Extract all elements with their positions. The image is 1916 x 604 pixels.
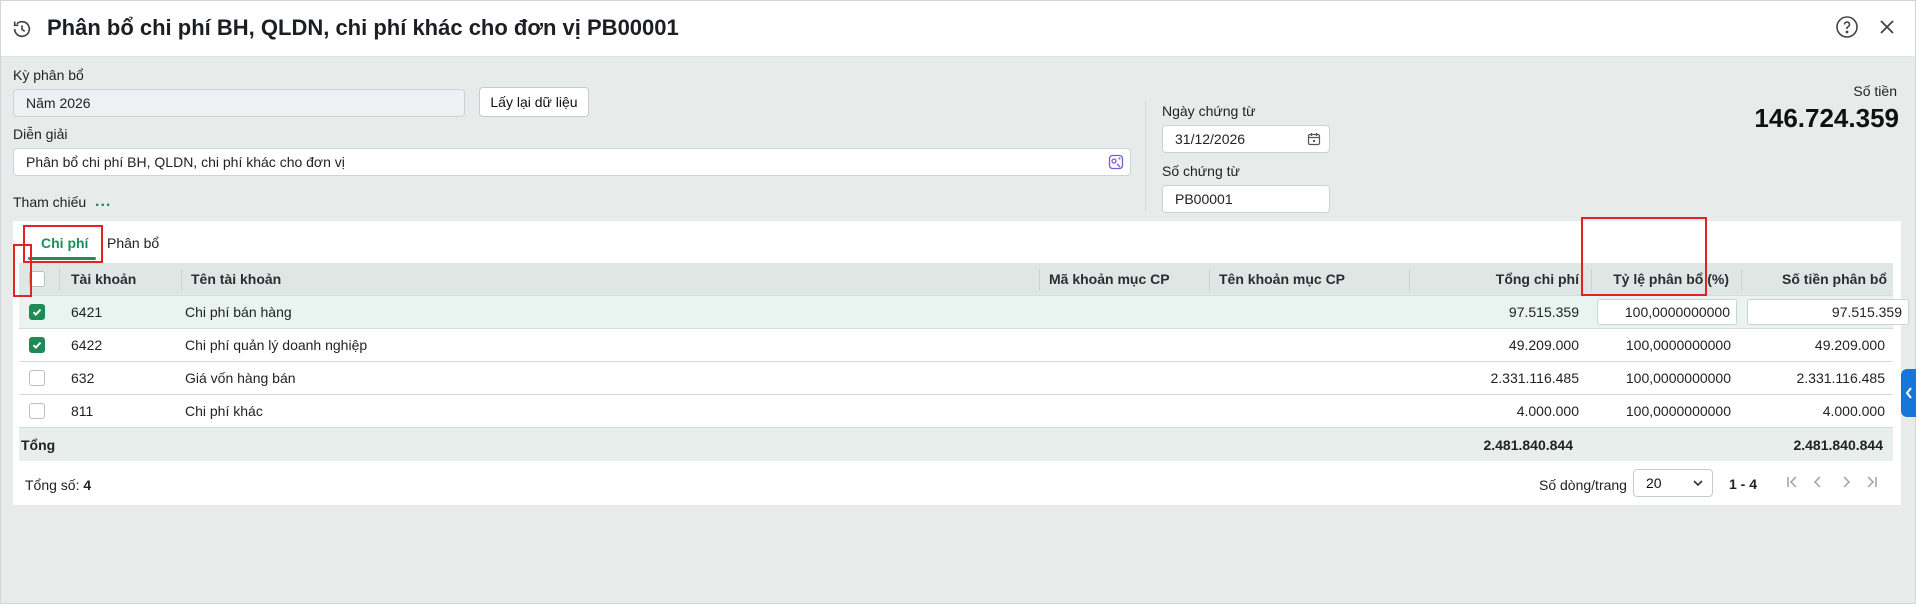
- cell-allocated[interactable]: 49.209.000: [1751, 329, 1885, 361]
- cell-total-cost: 97.515.359: [1508, 304, 1579, 320]
- record-count-label: Tổng số:: [25, 477, 80, 493]
- close-icon[interactable]: [1877, 17, 1897, 37]
- column-separator: [181, 269, 182, 290]
- check-icon: [32, 308, 42, 317]
- total-cost-value: 2.481.840.844: [1483, 436, 1573, 453]
- description-label: Diễn giải: [13, 126, 68, 142]
- dialog-title: Phân bổ chi phí BH, QLDN, chi phí khác c…: [47, 15, 679, 40]
- record-count-value: 4: [83, 477, 92, 493]
- row-checkbox[interactable]: [29, 304, 45, 320]
- rows-per-page-label: Số dòng/trang: [1539, 477, 1627, 493]
- doc-date-label: Ngày chứng từ: [1162, 103, 1256, 119]
- reference-label: Tham chiếu: [13, 194, 87, 210]
- amount-label: Số tiền: [1853, 83, 1897, 99]
- highlight-box-checkboxes: [13, 244, 32, 297]
- cell-rate: 100,0000000000: [1597, 296, 1737, 328]
- highlight-box-rate-column: [1581, 217, 1707, 296]
- vertical-divider: [1145, 101, 1146, 211]
- last-page-icon[interactable]: [1863, 473, 1881, 491]
- row-select-cell: [29, 395, 53, 427]
- content-panel: Chi phí Phân bổ Tài khoản Tên tài khoản …: [13, 217, 1909, 505]
- cell-account: 632: [71, 370, 95, 386]
- cell-account-name: Chi phí quản lý doanh nghiệp: [185, 337, 368, 353]
- col-header-account[interactable]: Tài khoản: [71, 263, 171, 295]
- next-page-icon[interactable]: [1837, 473, 1855, 491]
- total-label: Tổng: [21, 436, 56, 453]
- table-row[interactable]: 632 Giá vốn hàng bán 2.331.116.485 100,0…: [19, 362, 1893, 395]
- cell-total-cost: 49.209.000: [1508, 337, 1579, 353]
- page-range: 1 - 4: [1729, 476, 1758, 492]
- chevron-down-icon: [1693, 480, 1703, 487]
- period-label: Kỳ phân bổ: [13, 67, 84, 83]
- history-icon[interactable]: [11, 18, 33, 40]
- allocated-input[interactable]: 97.515.359: [1747, 299, 1909, 325]
- cell-account: 811: [71, 403, 94, 419]
- cell-account: 6422: [71, 337, 103, 353]
- column-separator: [1209, 269, 1210, 290]
- row-select-cell: [29, 329, 53, 361]
- calendar-icon[interactable]: [1307, 132, 1321, 146]
- row-select-cell: [29, 362, 53, 394]
- cell-allocated[interactable]: 2.331.116.485: [1751, 362, 1886, 394]
- table-row[interactable]: 811 Chi phí khác 4.000.000 100,000000000…: [19, 395, 1893, 428]
- dialog-header: Phân bổ chi phí BH, QLDN, chi phí khác c…: [1, 1, 1915, 57]
- rows-per-page-value: 20: [1646, 475, 1662, 491]
- column-separator: [1741, 269, 1742, 290]
- col-header-cost-item-code[interactable]: Mã khoản mục CP: [1049, 263, 1199, 295]
- dialog-window: Phân bổ chi phí BH, QLDN, chi phí khác c…: [0, 0, 1916, 604]
- column-separator: [1409, 269, 1410, 290]
- reload-data-button[interactable]: Lấy lại dữ liệu: [479, 87, 589, 117]
- table-row[interactable]: 6422 Chi phí quản lý doanh nghiệp 49.209…: [19, 329, 1893, 362]
- cell-account-name: Chi phí khác: [185, 403, 263, 419]
- col-header-total-cost[interactable]: Tổng chi phí: [1419, 263, 1579, 295]
- record-count: Tổng số: 4: [25, 477, 91, 493]
- col-header-allocated[interactable]: Số tiền phân bổ: [1751, 263, 1887, 295]
- cell-account-name: Giá vốn hàng bán: [185, 370, 296, 386]
- first-page-icon[interactable]: [1783, 473, 1801, 491]
- help-icon[interactable]: [1835, 15, 1859, 39]
- row-checkbox[interactable]: [29, 337, 45, 353]
- row-select-cell: [29, 296, 53, 328]
- side-panel-toggle[interactable]: [1901, 369, 1916, 417]
- cell-allocated[interactable]: 4.000.000: [1751, 395, 1885, 427]
- tab-phan-bo[interactable]: Phân bổ: [107, 235, 159, 251]
- row-checkbox[interactable]: [29, 370, 45, 386]
- table-row[interactable]: 6421 Chi phí bán hàng 97.515.359 100,000…: [19, 296, 1909, 329]
- doc-date-value: 31/12/2026: [1175, 131, 1246, 147]
- description-value: Phân bổ chi phí BH, QLDN, chi phí khác c…: [26, 154, 345, 170]
- select-all-cell: [29, 263, 53, 295]
- cell-rate[interactable]: 100,0000000000: [1601, 395, 1731, 427]
- reference-more-link[interactable]: ...: [95, 193, 111, 211]
- description-input[interactable]: Phân bổ chi phí BH, QLDN, chi phí khác c…: [13, 148, 1131, 176]
- magic-suggest-icon[interactable]: [1108, 154, 1124, 170]
- row-checkbox[interactable]: [29, 403, 45, 419]
- highlight-box-tab: [23, 225, 103, 263]
- chevron-left-icon: [1905, 387, 1912, 399]
- cell-rate[interactable]: 100,0000000000: [1601, 362, 1731, 394]
- doc-no-input[interactable]: PB00001: [1162, 185, 1330, 213]
- doc-no-label: Số chứng từ: [1162, 163, 1240, 179]
- previous-page-icon[interactable]: [1809, 473, 1827, 491]
- rate-input[interactable]: 100,0000000000: [1597, 299, 1737, 325]
- col-header-account-name[interactable]: Tên tài khoản: [191, 263, 491, 295]
- cell-total-cost: 2.331.116.485: [1490, 370, 1580, 386]
- rows-per-page-select[interactable]: 20: [1633, 469, 1713, 497]
- cell-account: 6421: [71, 304, 103, 320]
- doc-date-input[interactable]: 31/12/2026: [1162, 125, 1330, 153]
- cell-account-name: Chi phí bán hàng: [185, 304, 292, 320]
- cell-allocated: 97.515.359: [1747, 296, 1909, 328]
- period-field[interactable]: Năm 2026: [13, 89, 465, 117]
- column-separator: [1039, 269, 1040, 290]
- col-header-cost-item-name[interactable]: Tên khoản mục CP: [1219, 263, 1399, 295]
- cell-total-cost: 4.000.000: [1516, 403, 1579, 419]
- column-separator: [59, 269, 60, 290]
- total-allocated-value: 2.481.840.844: [1793, 436, 1883, 453]
- table-total-row: Tổng 2.481.840.844 2.481.840.844: [19, 428, 1893, 461]
- amount-value: 146.724.359: [1754, 103, 1899, 133]
- check-icon: [32, 341, 42, 350]
- cell-rate[interactable]: 100,0000000000: [1601, 329, 1731, 361]
